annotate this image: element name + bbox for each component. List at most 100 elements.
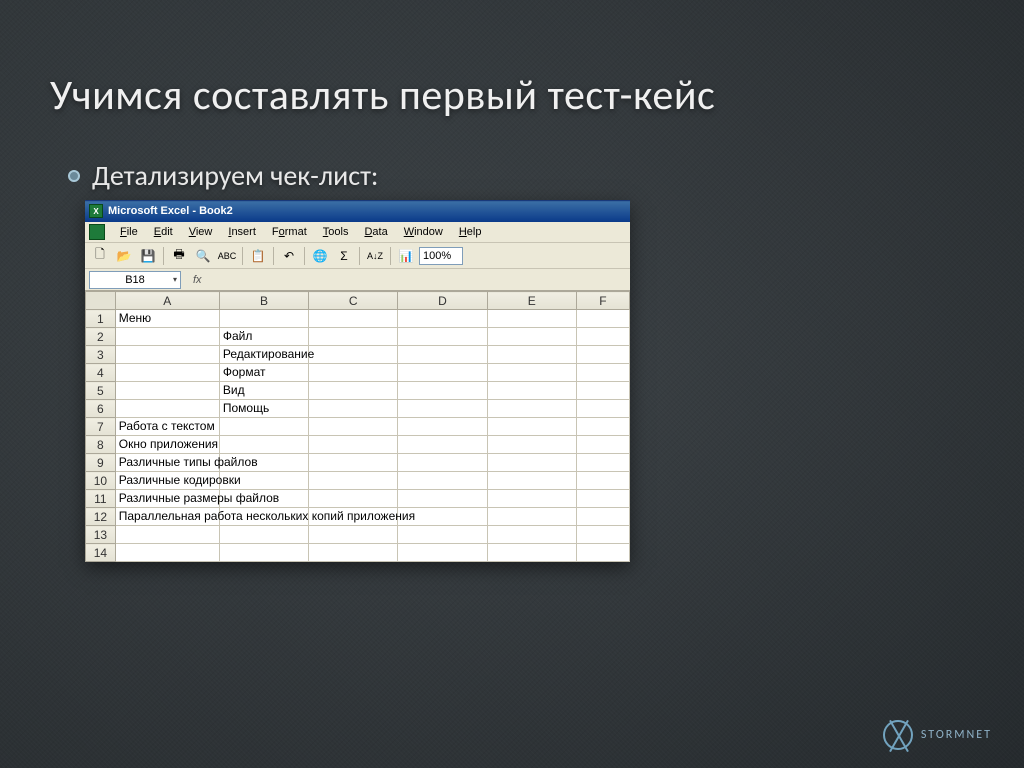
cell[interactable] [309,364,398,382]
cell[interactable] [398,526,487,544]
cell[interactable] [487,346,576,364]
cell[interactable] [398,328,487,346]
menu-window[interactable]: Window [397,224,450,240]
row-header[interactable]: 5 [86,382,116,400]
row-header[interactable]: 1 [86,310,116,328]
cell[interactable]: Различные типы файлов [115,454,219,472]
cell[interactable] [309,544,398,562]
undo-icon[interactable]: ↶ [278,245,300,267]
open-icon[interactable]: 📂 [113,245,135,267]
cell[interactable] [487,508,576,526]
row-header[interactable]: 8 [86,436,116,454]
col-header-E[interactable]: E [487,292,576,310]
cell[interactable] [487,526,576,544]
sort-asc-icon[interactable]: A↓Z [364,245,386,267]
cell[interactable] [576,310,629,328]
cell[interactable] [576,400,629,418]
cell[interactable]: Различные кодировки [115,472,219,490]
cell[interactable] [487,310,576,328]
row-header[interactable]: 9 [86,454,116,472]
row-header[interactable]: 7 [86,418,116,436]
cell[interactable] [487,436,576,454]
cell[interactable] [309,346,398,364]
select-all-corner[interactable] [86,292,116,310]
cell[interactable] [219,418,308,436]
cell[interactable] [487,328,576,346]
menu-format[interactable]: Format [265,224,314,240]
cell[interactable] [398,472,487,490]
cell[interactable] [398,436,487,454]
cell[interactable] [309,454,398,472]
row-header[interactable]: 14 [86,544,116,562]
menu-help[interactable]: Help [452,224,489,240]
cell[interactable] [576,472,629,490]
cell[interactable] [398,400,487,418]
row-header[interactable]: 10 [86,472,116,490]
cell[interactable] [309,472,398,490]
cell[interactable] [398,364,487,382]
cell[interactable] [219,436,308,454]
row-header[interactable]: 11 [86,490,116,508]
menu-data[interactable]: Data [357,224,394,240]
cell[interactable] [576,490,629,508]
col-header-C[interactable]: C [309,292,398,310]
zoom-input[interactable]: 100% [419,247,463,265]
cell[interactable] [115,364,219,382]
cell[interactable]: Различные размеры файлов [115,490,219,508]
cell[interactable] [576,454,629,472]
row-header[interactable]: 12 [86,508,116,526]
print-preview-icon[interactable]: 🔍 [192,245,214,267]
cell[interactable] [309,328,398,346]
cell[interactable] [115,400,219,418]
menu-view[interactable]: View [182,224,220,240]
cell[interactable] [487,490,576,508]
cell[interactable] [398,544,487,562]
cell[interactable] [115,544,219,562]
cell[interactable] [398,418,487,436]
cell[interactable] [576,526,629,544]
titlebar[interactable]: X Microsoft Excel - Book2 [85,200,630,222]
cell[interactable] [115,328,219,346]
cell[interactable] [487,364,576,382]
cell[interactable] [309,382,398,400]
save-icon[interactable]: 💾 [137,245,159,267]
cell[interactable] [487,418,576,436]
cell[interactable] [576,328,629,346]
cell[interactable]: Меню [115,310,219,328]
menu-edit[interactable]: Edit [147,224,180,240]
cell[interactable]: Вид [219,382,308,400]
cell[interactable] [576,364,629,382]
cell[interactable] [576,418,629,436]
cell[interactable] [576,382,629,400]
cell[interactable]: Формат [219,364,308,382]
menu-insert[interactable]: Insert [221,224,263,240]
cell[interactable] [398,310,487,328]
row-header[interactable]: 2 [86,328,116,346]
cell[interactable] [487,454,576,472]
cell[interactable] [487,400,576,418]
print-icon[interactable]: 🖶 [168,245,190,267]
cell[interactable] [309,436,398,454]
col-header-B[interactable]: B [219,292,308,310]
name-box[interactable]: B18 [89,271,181,289]
cell[interactable] [398,490,487,508]
autosum-icon[interactable]: Σ [333,245,355,267]
cell[interactable] [309,400,398,418]
cell[interactable] [398,382,487,400]
cell[interactable]: Параллельная работа нескольких копий при… [115,508,219,526]
menu-tools[interactable]: Tools [316,224,356,240]
cell[interactable] [309,310,398,328]
col-header-F[interactable]: F [576,292,629,310]
cell[interactable] [576,508,629,526]
new-doc-icon[interactable]: 🗋 [89,245,111,267]
hyperlink-icon[interactable]: 🌐 [309,245,331,267]
cell[interactable] [487,544,576,562]
cell[interactable] [576,544,629,562]
cell[interactable]: Файл [219,328,308,346]
chart-icon[interactable]: 📊 [395,245,417,267]
cell[interactable] [115,346,219,364]
cell[interactable] [115,526,219,544]
fx-icon[interactable]: fx [185,274,210,286]
copy-icon[interactable]: 📋 [247,245,269,267]
cell[interactable] [219,526,308,544]
